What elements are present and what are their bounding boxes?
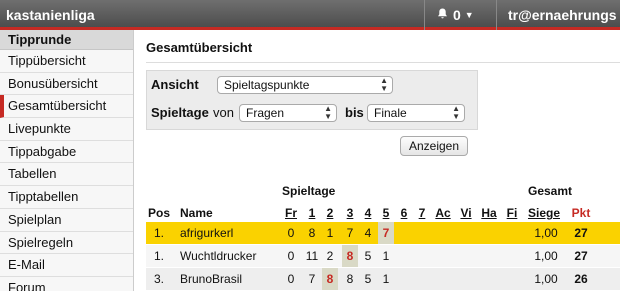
row-pos: 1.: [153, 226, 164, 240]
show-button[interactable]: Anzeigen: [400, 136, 468, 156]
row-matchday-cell: 0: [287, 226, 295, 240]
row-matchday-cell: 8: [308, 226, 316, 240]
topbar-divider: [424, 0, 425, 30]
col-header-matchday[interactable]: 7: [414, 206, 430, 220]
col-header-matchday[interactable]: Fr: [280, 206, 302, 220]
col-header-matchday[interactable]: Ha: [478, 206, 500, 220]
row-points: 26: [574, 272, 588, 286]
row-matchday-cell: 1: [382, 272, 390, 286]
to-select-value: Finale: [374, 106, 407, 120]
select-arrows-icon: ▲ ▼: [324, 104, 332, 121]
chevron-down-icon: ▼: [464, 10, 474, 20]
sidebar-item-bonusuebersicht[interactable]: Bonusübersicht: [0, 72, 133, 96]
sidebar-item-spielplan[interactable]: Spielplan: [0, 208, 133, 232]
row-matchday-cell: 2: [326, 249, 334, 263]
notifications-button[interactable]: 0 ▼: [436, 0, 474, 30]
view-select-value: Spieltagspunkte: [224, 78, 310, 92]
table-row[interactable]: 3. BrunoBrasil 0 7 8 8 5 1 1,00 26: [146, 268, 620, 290]
row-matchday-cell: 7: [308, 272, 316, 286]
matchdays-group-header: Spieltage: [282, 184, 336, 198]
col-header-matchday[interactable]: 6: [396, 206, 412, 220]
sidebar-item-tipptabellen[interactable]: Tipptabellen: [0, 186, 133, 209]
row-matchday-cell: 1: [326, 226, 334, 240]
sidebar: Tipprunde Tippübersicht Bonusübersicht G…: [0, 30, 134, 291]
to-label: bis: [345, 105, 364, 120]
row-name: BrunoBrasil: [180, 272, 243, 286]
col-header-points[interactable]: Pkt: [568, 206, 594, 220]
row-matchday-cell: 7: [346, 226, 354, 240]
page-title: Gesamtübersicht: [146, 40, 253, 55]
bell-icon: [436, 0, 449, 30]
total-group-header: Gesamt: [528, 184, 573, 198]
col-header-matchday[interactable]: 4: [360, 206, 376, 220]
col-header-matchday[interactable]: 5: [378, 206, 394, 220]
row-matchday-cell: 8: [346, 272, 354, 286]
row-matchday-cell: 5: [364, 249, 372, 263]
table-row[interactable]: 1. afrigurkerl 0 8 1 7 4 7 1,00 27: [146, 222, 620, 244]
brand-title[interactable]: kastanienliga: [6, 0, 95, 30]
sidebar-item-gesamtuebersicht[interactable]: Gesamtübersicht: [0, 95, 133, 119]
col-header-matchday[interactable]: Vi: [456, 206, 476, 220]
sidebar-item-spielregeln[interactable]: Spielregeln: [0, 231, 133, 255]
from-select[interactable]: Fragen ▲ ▼: [239, 104, 337, 122]
top-bar: kastanienliga 0 ▼ tr@ernaehrungs: [0, 0, 620, 30]
filter-panel: Ansicht Spieltagspunkte ▲ ▼ Spieltage von…: [146, 70, 478, 130]
col-header-wins[interactable]: Siege: [524, 206, 564, 220]
sidebar-item-email[interactable]: E-Mail: [0, 254, 133, 277]
row-matchday-cell: 11: [305, 249, 319, 263]
sidebar-item-livepunkte[interactable]: Livepunkte: [0, 118, 133, 141]
row-pos: 3.: [153, 272, 164, 286]
sidebar-item-tabellen[interactable]: Tabellen: [0, 163, 133, 187]
row-matchday-cell: 1: [382, 249, 390, 263]
row-pos: 1.: [153, 249, 164, 263]
view-label: Ansicht: [151, 77, 199, 92]
select-arrows-icon: ▲ ▼: [452, 104, 460, 121]
col-header-name: Name: [180, 206, 213, 220]
col-header-matchday[interactable]: 1: [304, 206, 320, 220]
row-wins: 1,00: [534, 249, 558, 263]
row-name: Wuchtldrucker: [180, 249, 257, 263]
row-matchday-cell: 0: [287, 249, 295, 263]
from-label: von: [213, 105, 234, 120]
notification-count: 0: [453, 7, 461, 23]
to-select[interactable]: Finale ▲ ▼: [367, 104, 465, 122]
row-points: 27: [574, 226, 588, 240]
title-divider: [146, 62, 620, 63]
col-header-matchday[interactable]: Fi: [502, 206, 522, 220]
row-wins: 1,00: [534, 226, 558, 240]
row-matchday-cell: 5: [364, 272, 372, 286]
topbar-divider: [496, 0, 497, 30]
sidebar-header: Tipprunde: [0, 30, 133, 50]
main-content: Gesamtübersicht Ansicht Spieltagspunkte …: [146, 30, 620, 291]
col-header-pos: Pos: [147, 206, 170, 220]
view-select[interactable]: Spieltagspunkte ▲ ▼: [217, 76, 393, 94]
col-header-matchday[interactable]: 2: [322, 206, 338, 220]
sidebar-item-tippabgabe[interactable]: Tippabgabe: [0, 140, 133, 164]
row-name: afrigurkerl: [180, 226, 234, 240]
sidebar-item-forum[interactable]: Forum: [0, 276, 133, 291]
row-points: 27: [574, 249, 588, 263]
col-header-matchday[interactable]: 3: [342, 206, 358, 220]
row-wins: 1,00: [534, 272, 558, 286]
row-matchday-cell: 4: [364, 226, 372, 240]
matchdays-label: Spieltage: [151, 105, 209, 120]
row-matchday-best-cell: 8: [342, 245, 358, 267]
row-matchday-best-cell: 7: [378, 222, 394, 244]
sidebar-item-tippuebersicht[interactable]: Tippübersicht: [0, 50, 133, 73]
row-matchday-cell: 0: [287, 272, 295, 286]
row-matchday-best-cell: 8: [322, 268, 338, 290]
col-header-matchday[interactable]: Ac: [432, 206, 454, 220]
user-menu[interactable]: tr@ernaehrungs: [508, 0, 617, 30]
select-arrows-icon: ▲ ▼: [380, 76, 388, 93]
from-select-value: Fragen: [246, 106, 285, 120]
table-row[interactable]: 1. Wuchtldrucker 0 11 2 8 5 1 1,00 27: [146, 245, 620, 267]
